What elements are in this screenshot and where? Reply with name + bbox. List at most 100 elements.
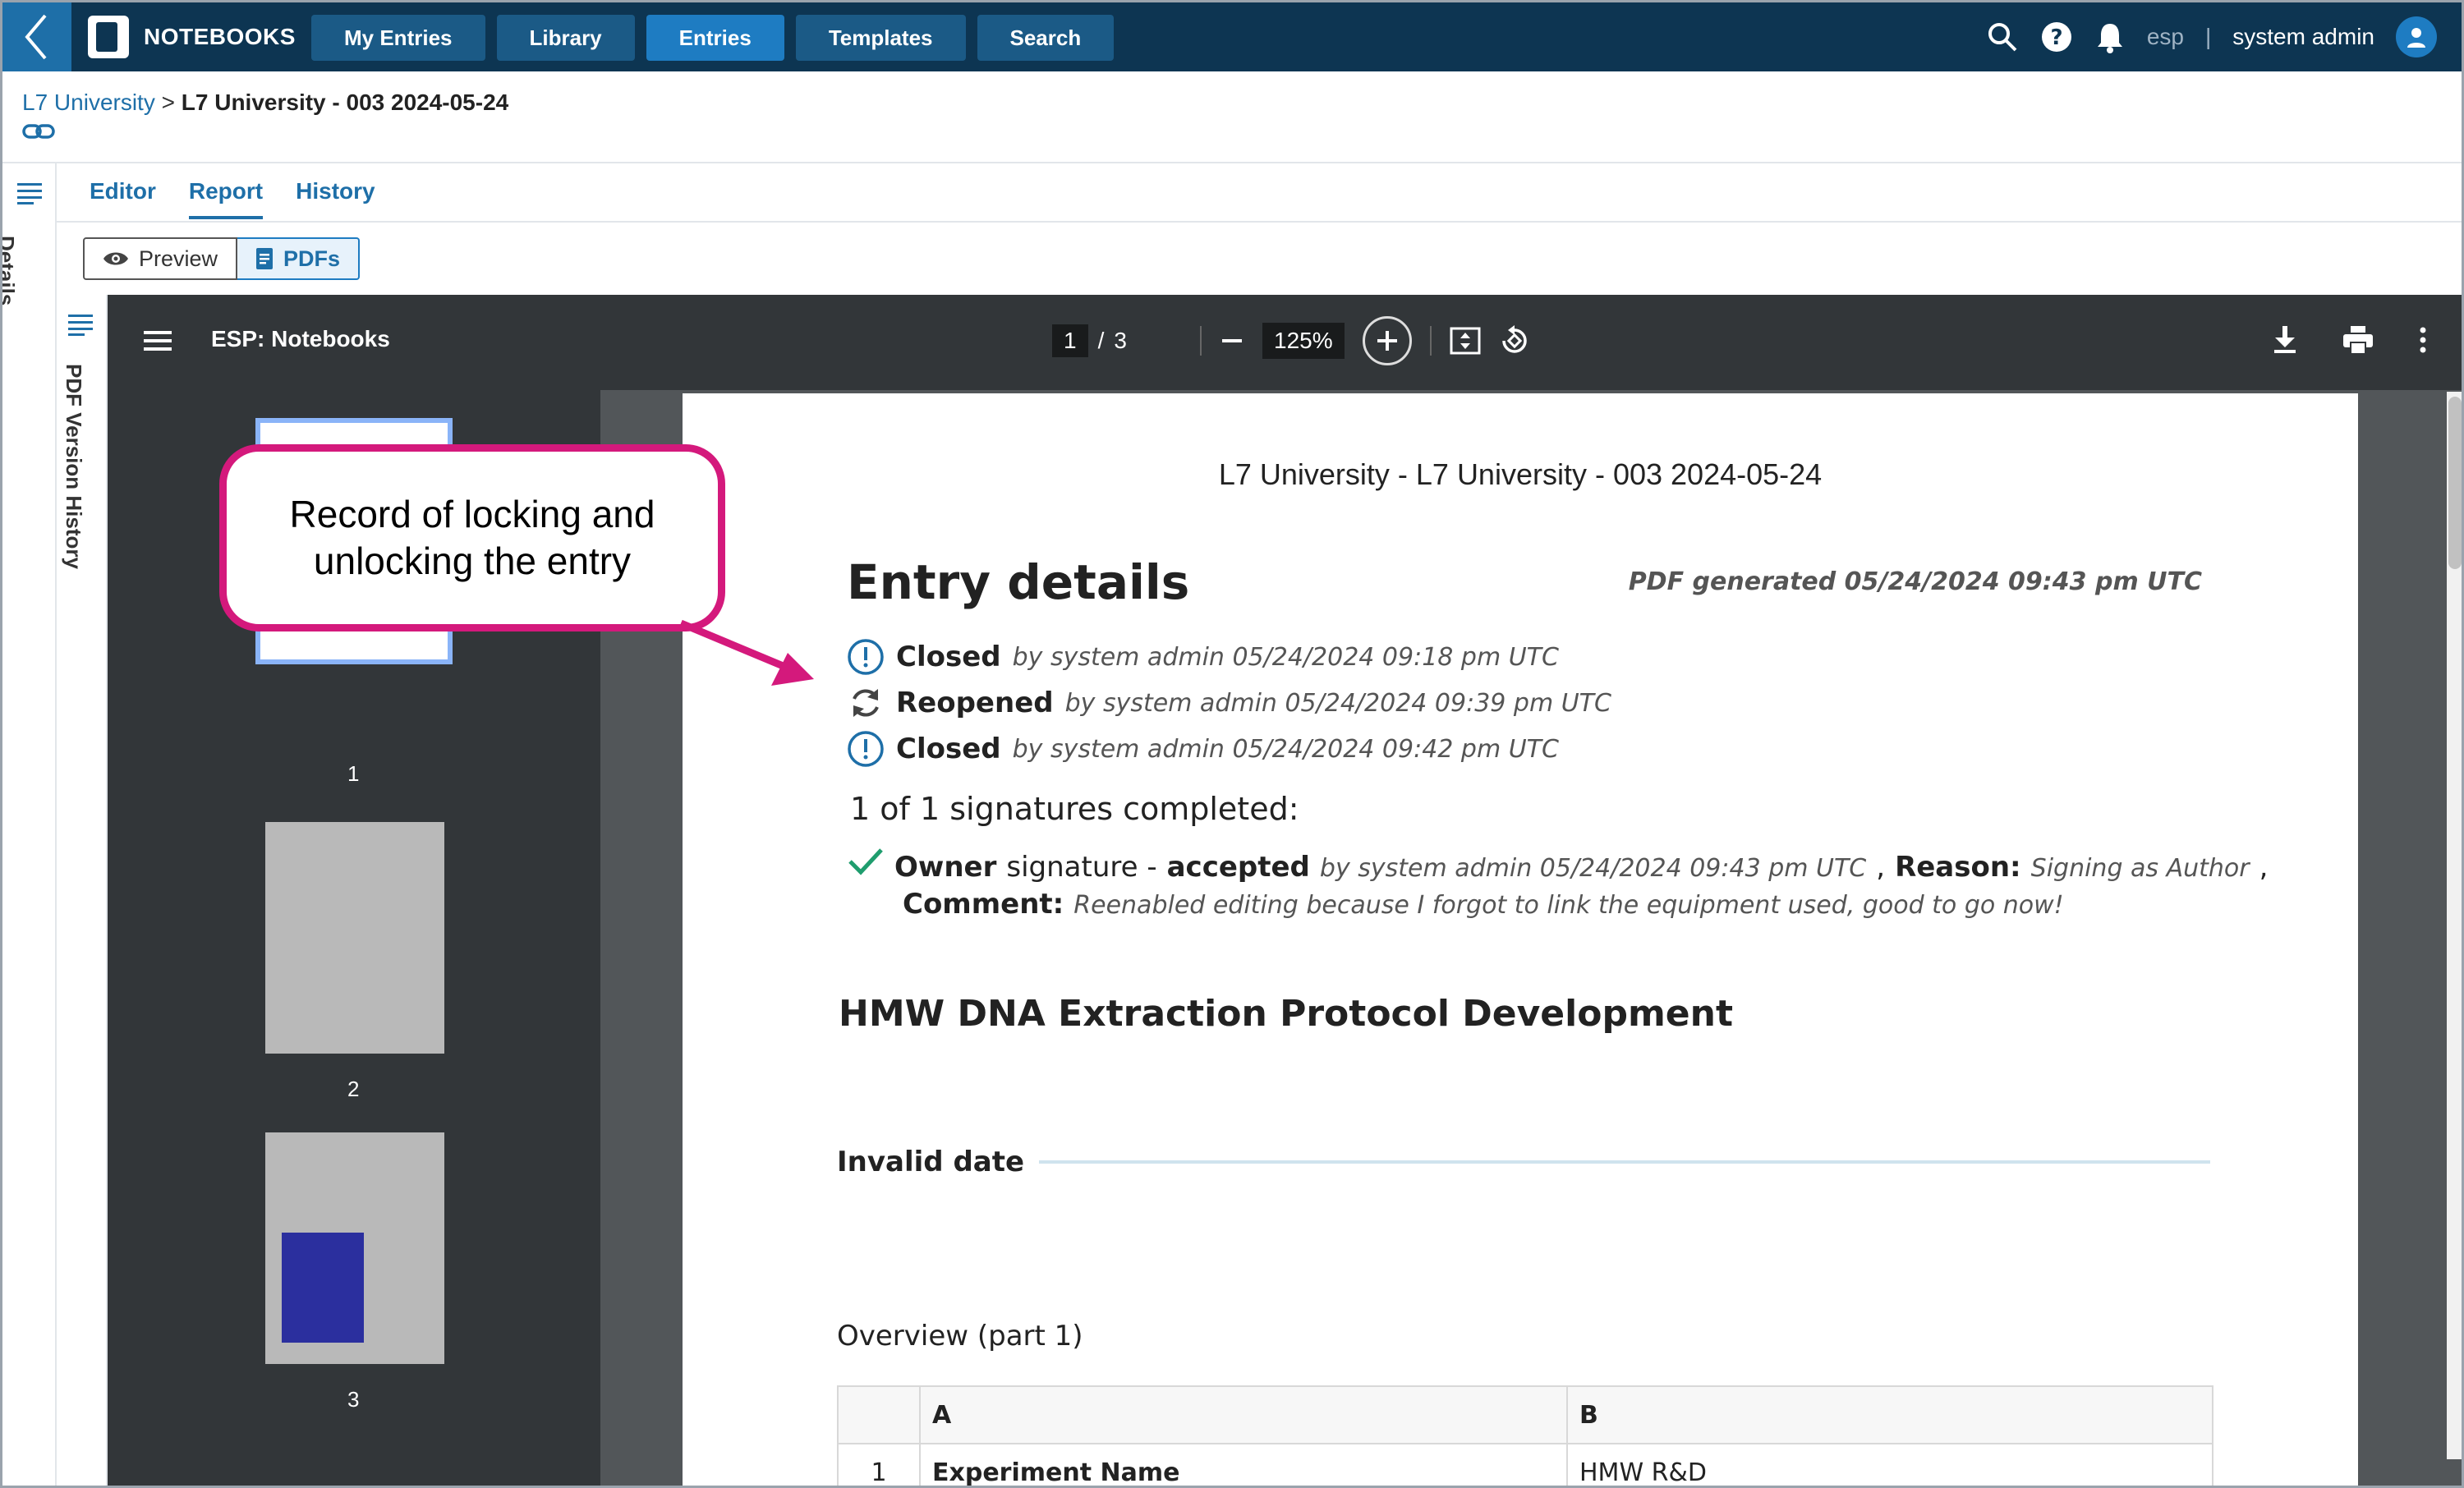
print-icon[interactable] bbox=[2343, 326, 2373, 354]
link-icon[interactable] bbox=[22, 121, 55, 144]
nav-library[interactable]: Library bbox=[496, 15, 635, 61]
list-icon[interactable] bbox=[17, 181, 42, 204]
help-icon[interactable]: ? bbox=[2040, 21, 2073, 53]
tab-history[interactable]: History bbox=[296, 178, 375, 219]
avatar[interactable] bbox=[2396, 16, 2437, 57]
callout-line-2: unlocking the entry bbox=[313, 540, 632, 582]
event-label: Closed bbox=[896, 641, 1001, 673]
pdfs-button[interactable]: PDFs bbox=[237, 237, 361, 280]
tabs-divider bbox=[57, 221, 2462, 223]
breadcrumb-parent[interactable]: L7 University bbox=[22, 90, 155, 115]
pdf-toolbar: ESP: Notebooks 1 / 3 125% bbox=[108, 295, 2462, 390]
signature-role: Owner bbox=[894, 851, 997, 884]
tenant-name[interactable]: esp bbox=[2147, 24, 2184, 50]
event-reopened: Reopened by system admin 05/24/2024 09:3… bbox=[847, 684, 1611, 722]
table-header-cell bbox=[837, 1385, 921, 1444]
more-vertical-icon[interactable] bbox=[2419, 327, 2427, 353]
nav-templates[interactable]: Templates bbox=[795, 15, 966, 61]
report-view-toggle: Preview PDFs bbox=[83, 237, 361, 280]
pdf-title: ESP: Notebooks bbox=[211, 326, 390, 351]
details-rail bbox=[2, 163, 57, 1486]
thumbnail-number: 1 bbox=[347, 761, 360, 786]
search-icon[interactable] bbox=[1986, 21, 2019, 53]
details-toggle[interactable]: Details bbox=[2, 236, 19, 305]
rotate-icon[interactable] bbox=[1499, 325, 1530, 356]
user-name[interactable]: system admin bbox=[2232, 24, 2374, 50]
event-meta: by system admin 05/24/2024 09:42 pm UTC bbox=[1012, 734, 1559, 764]
event-label: Closed bbox=[896, 733, 1001, 765]
document-icon bbox=[256, 248, 274, 269]
signature-word: signature - bbox=[1006, 851, 1157, 884]
table-cell: HMW R&D bbox=[1566, 1443, 2213, 1486]
date-label: Invalid date bbox=[837, 1146, 1025, 1178]
entry-tabs: Editor Report History bbox=[90, 178, 375, 219]
nav-entries[interactable]: Entries bbox=[646, 15, 784, 61]
back-button[interactable] bbox=[2, 2, 71, 71]
reason-value: Signing as Author bbox=[2030, 854, 2250, 883]
top-right-controls: ? esp | system admin bbox=[1986, 14, 2437, 60]
zoom-level[interactable]: 125% bbox=[1262, 323, 1345, 359]
preview-label: Preview bbox=[139, 246, 218, 271]
check-icon bbox=[848, 848, 883, 875]
annotation-callout: Record of locking and unlocking the entr… bbox=[219, 444, 725, 631]
tenant-separator: | bbox=[2205, 24, 2212, 49]
list-icon[interactable] bbox=[68, 313, 93, 336]
nav-my-entries[interactable]: My Entries bbox=[311, 15, 485, 61]
signature-entry: Owner signature - accepted by system adm… bbox=[847, 847, 2268, 884]
table-header-cell: B bbox=[1566, 1385, 2213, 1444]
protocol-title: HMW DNA Extraction Protocol Development bbox=[839, 993, 1733, 1035]
preview-button[interactable]: Preview bbox=[83, 237, 238, 280]
zoom-controls: 125% bbox=[1200, 316, 1530, 365]
page-thumbnail-2[interactable] bbox=[265, 822, 444, 1054]
fit-page-icon[interactable] bbox=[1450, 327, 1481, 355]
menu-icon[interactable] bbox=[144, 329, 172, 352]
pdfs-label: PDFs bbox=[283, 246, 341, 271]
chevron-left-icon bbox=[25, 14, 47, 60]
toolbar-separator bbox=[1200, 326, 1202, 356]
event-closed: Closed by system admin 05/24/2024 09:42 … bbox=[847, 730, 1559, 768]
reason-label: Reason: bbox=[1895, 851, 2021, 884]
page-thumbnail-3[interactable] bbox=[265, 1132, 444, 1364]
toolbar-separator bbox=[1429, 326, 1432, 356]
thumbnail-number: 2 bbox=[347, 1077, 360, 1101]
signature-comma: , bbox=[2259, 851, 2269, 884]
pdf-toolbar-right bbox=[2273, 326, 2427, 354]
tab-editor[interactable]: Editor bbox=[90, 178, 156, 219]
top-bar: NOTEBOOKS My Entries Library Entries Tem… bbox=[2, 2, 2462, 71]
alert-circle-icon bbox=[848, 639, 884, 675]
signatures-heading: 1 of 1 signatures completed: bbox=[850, 791, 1299, 827]
app-window: NOTEBOOKS My Entries Library Entries Tem… bbox=[0, 0, 2464, 1488]
bell-icon[interactable] bbox=[2094, 21, 2126, 53]
pdf-page: L7 University - L7 University - 003 2024… bbox=[683, 393, 2358, 1486]
thumbnail-image bbox=[282, 1233, 364, 1343]
section-divider bbox=[1039, 1160, 2210, 1164]
breadcrumb-separator: > bbox=[161, 90, 175, 115]
nav-search[interactable]: Search bbox=[977, 15, 1115, 61]
pdf-generated-date: PDF generated 05/24/2024 09:43 pm UTC bbox=[1628, 567, 2202, 596]
app-brand[interactable]: NOTEBOOKS bbox=[88, 16, 296, 58]
refresh-icon bbox=[853, 689, 879, 717]
zoom-out-icon[interactable] bbox=[1220, 328, 1244, 353]
signature-status: accepted bbox=[1166, 851, 1310, 884]
zoom-in-button[interactable] bbox=[1362, 316, 1412, 365]
signature-comma: , bbox=[1876, 851, 1886, 884]
table-cell: Experiment Name bbox=[919, 1443, 1568, 1486]
tab-report[interactable]: Report bbox=[188, 178, 264, 219]
user-icon bbox=[2407, 28, 2425, 48]
plus-icon bbox=[1377, 331, 1397, 351]
app-name: NOTEBOOKS bbox=[144, 24, 296, 49]
comment-value: Reenabled editing because I forgot to li… bbox=[1073, 891, 2064, 920]
entry-details-title: Entry details bbox=[847, 554, 1190, 610]
main-nav: My Entries Library Entries Templates Sea… bbox=[311, 15, 1115, 61]
thumbnail-number: 3 bbox=[347, 1387, 360, 1412]
page-number-input[interactable]: 1 bbox=[1052, 324, 1088, 357]
pdf-scrollbar-thumb[interactable] bbox=[2448, 397, 2462, 569]
header-divider bbox=[2, 162, 2462, 163]
date-section: Invalid date bbox=[837, 1146, 2210, 1178]
pdf-version-history-toggle[interactable]: PDF Version History bbox=[61, 364, 86, 569]
page-total: 3 bbox=[1114, 328, 1127, 353]
download-icon[interactable] bbox=[2273, 326, 2297, 354]
table-header-cell: A bbox=[919, 1385, 1568, 1444]
event-label: Reopened bbox=[896, 687, 1054, 719]
event-meta: by system admin 05/24/2024 09:39 pm UTC bbox=[1064, 688, 1611, 718]
